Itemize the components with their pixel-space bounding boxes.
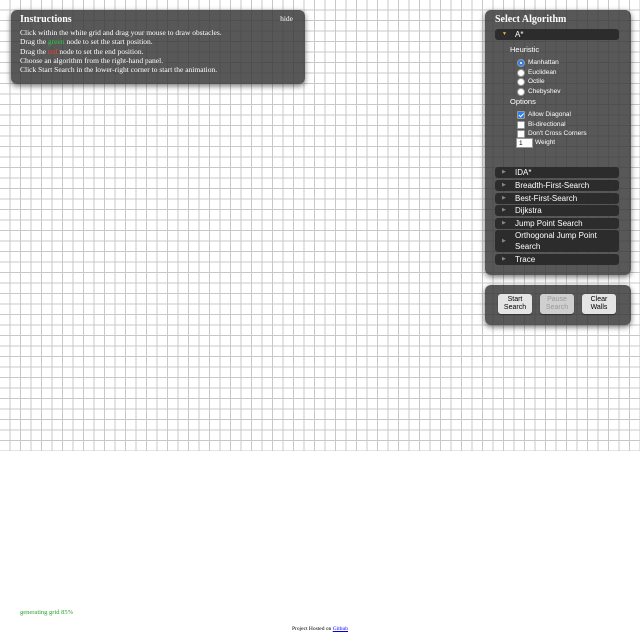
accordion-label: Trace xyxy=(515,254,536,264)
instruction-line-1: Click within the white grid and drag you… xyxy=(20,28,222,37)
weight-input[interactable]: 1 xyxy=(516,138,533,148)
accordion-header-jump-point-search[interactable]: ▶ Jump Point Search xyxy=(495,217,619,229)
chevron-right-icon: ▶ xyxy=(502,255,506,262)
instruction-line-4: Choose an algorithm from the right-hand … xyxy=(20,55,164,65)
radio-button[interactable] xyxy=(517,87,525,96)
instructions-title: Instructions xyxy=(20,14,72,25)
radio-label: Manhattan xyxy=(528,59,559,66)
options-label: Options xyxy=(510,97,536,106)
accordion-label: Dijkstra xyxy=(515,206,542,215)
radio-label: Chebyshev xyxy=(528,87,561,95)
accordion-header-astar[interactable]: ▼ A* xyxy=(495,29,619,40)
accordion-header-orthogonal-jump-point-search[interactable]: ▶ Orthogonal Jump Point Search xyxy=(495,230,619,252)
accordion-header-trace[interactable]: ▶ Trace xyxy=(495,253,619,265)
clear-walls-button[interactable]: Clear Walls xyxy=(582,294,616,314)
start-search-button[interactable]: Start Search xyxy=(498,294,532,314)
instructions-panel: Instructions hide Click within the white… xyxy=(11,10,305,84)
chevron-right-icon: ▶ xyxy=(502,194,506,201)
radio-button[interactable] xyxy=(517,68,525,77)
checkbox[interactable] xyxy=(517,130,525,138)
footer: Project Hosted on Github xyxy=(0,626,640,632)
radio-label: Octile xyxy=(528,78,545,85)
chevron-right-icon: ▶ xyxy=(502,182,506,188)
controls-panel: Start Search Pause Search Clear Walls xyxy=(485,285,631,325)
accordion-label: Best-First-Search xyxy=(515,193,578,203)
chevron-right-icon: ▶ xyxy=(502,207,506,213)
radio-button[interactable] xyxy=(517,59,525,67)
checkbox-label: Allow Diagonal xyxy=(528,111,571,118)
accordion-label: Orthogonal Jump Point Search xyxy=(515,231,597,251)
radio-button[interactable] xyxy=(517,78,525,86)
weight-label: Weight xyxy=(535,139,556,146)
accordion-header-breadth-first-search[interactable]: ▶ Breadth-First-Search xyxy=(495,180,619,191)
checkbox[interactable] xyxy=(517,120,525,129)
instruction-line-2: Drag the green node to set the start pos… xyxy=(20,37,222,46)
instruction-line-3: Drag the red node to set the end positio… xyxy=(20,47,222,56)
checkbox[interactable] xyxy=(517,111,525,119)
algorithm-panel-title: Select Algorithm xyxy=(495,14,567,25)
instruction-text: node to set the start position. xyxy=(64,37,153,47)
github-link[interactable]: Github xyxy=(333,626,348,632)
instruction-text: Drag the xyxy=(20,37,48,47)
instruction-text: Drag the xyxy=(20,46,48,56)
instruction-line-5: Click Start Search in the lower-right co… xyxy=(20,65,218,75)
chevron-right-icon: ▶ xyxy=(502,169,506,175)
accordion-label: IDA* xyxy=(515,168,532,177)
checkbox-label: Bi-directional xyxy=(528,120,566,128)
radio-label: Euclidean xyxy=(528,68,557,76)
hide-instructions-link[interactable]: hide xyxy=(280,14,293,23)
chevron-down-icon: ▼ xyxy=(502,31,507,37)
pause-search-button[interactable]: Pause Search xyxy=(540,294,574,314)
accordion-header-ida-star[interactable]: ▶ IDA* xyxy=(495,167,619,178)
checkbox-label: Don't Cross Corners xyxy=(528,130,587,137)
accordion-label: Jump Point Search xyxy=(515,218,583,228)
instructions-text: Click within the white grid and drag you… xyxy=(20,28,222,74)
accordion-label: A* xyxy=(515,30,524,39)
heuristic-label: Heuristic xyxy=(510,45,540,54)
accordion-label: Breadth-First-Search xyxy=(515,181,590,190)
instruction-text: node to set the end position. xyxy=(57,46,144,56)
chevron-right-icon: ▶ xyxy=(502,219,506,226)
footer-text: Project Hosted on xyxy=(291,626,333,632)
algorithm-panel: Select Algorithm ▼ A* Heuristic Manhatta… xyxy=(485,10,631,275)
accordion-header-best-first-search[interactable]: ▶ Best-First-Search xyxy=(495,192,619,204)
grid-generation-status: generating grid 85% xyxy=(20,609,74,616)
accordion-header-dijkstra[interactable]: ▶ Dijkstra xyxy=(495,205,619,216)
chevron-right-icon: ▶ xyxy=(502,238,506,244)
start-node-color-word: green xyxy=(47,37,65,47)
